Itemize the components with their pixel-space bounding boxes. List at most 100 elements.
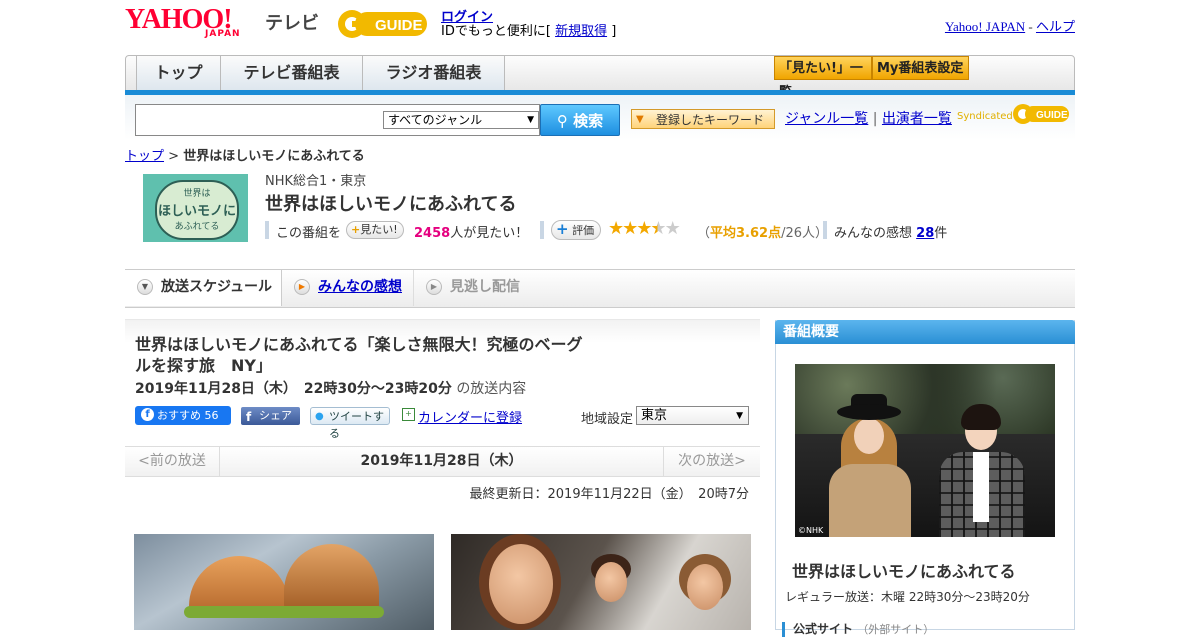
channel-label: NHK総合1・東京 bbox=[265, 174, 367, 189]
person-face-shape bbox=[595, 562, 627, 602]
breadcrumb-home-link[interactable]: トップ bbox=[125, 149, 164, 164]
rate-button[interactable]: + 評価 bbox=[551, 220, 602, 240]
breadcrumb: トップ > 世界はほしいモノにあふれてる bbox=[125, 145, 365, 164]
id-text-prefix: IDでもっと便利に[ bbox=[441, 24, 556, 39]
calendar-icon: + bbox=[402, 408, 415, 421]
tab-missed: ▶ 見逃し配信 bbox=[414, 270, 534, 306]
region-label: 地域設定 bbox=[581, 412, 634, 427]
impressions-count-link[interactable]: 28 bbox=[916, 226, 934, 241]
tweet-button[interactable]: ● ツイートする bbox=[310, 407, 390, 440]
nav-tab-radio[interactable]: ラジオ番組表 bbox=[363, 56, 505, 91]
rating-stars: ★★★★★ bbox=[608, 218, 681, 239]
regular-broadcast: レギュラー放送：木曜 22時30分～23時20分 bbox=[785, 590, 1030, 604]
program-thumbnail: 世界は ほしいモノに あふれてる bbox=[143, 174, 248, 242]
nav-tab-tv[interactable]: テレビ番組表 bbox=[221, 56, 363, 91]
id-promo: IDでもっと便利に[ 新規取得 ] bbox=[441, 20, 616, 39]
tab-impressions-label[interactable]: みんなの感想 bbox=[318, 279, 402, 295]
top-links: Yahoo! JAPAN - ヘルプ bbox=[945, 16, 1075, 35]
nav-tab-top[interactable]: トップ bbox=[136, 56, 221, 91]
facebook-icon: f bbox=[246, 410, 252, 424]
thumb-line1: 世界は bbox=[183, 189, 211, 199]
program-summary-panel: 番組概要 ©NHK 世界はほしいモノにあふれてる レギュラー放送：木曜 22時3… bbox=[775, 320, 1075, 637]
mitai-count-text: 2458人が見たい！ bbox=[414, 222, 528, 241]
syndicated-label: Syndicated bbox=[957, 111, 1013, 122]
svg-text:GUIDE: GUIDE bbox=[375, 17, 423, 34]
help-link[interactable]: ヘルプ bbox=[1036, 19, 1075, 34]
tab-schedule[interactable]: ▼ 放送スケジュール bbox=[125, 270, 282, 306]
add-to-calendar-link[interactable]: カレンダーに登録 bbox=[418, 407, 522, 426]
twitter-bird-icon: ● bbox=[315, 411, 324, 422]
program-logo-frame: 世界は ほしいモノに あふれてる bbox=[155, 180, 239, 240]
genre-select-value: すべてのジャンル bbox=[388, 113, 483, 127]
chevron-down-icon: ▼ bbox=[137, 279, 153, 295]
person-face-shape bbox=[687, 564, 723, 610]
facebook-icon: f bbox=[141, 408, 154, 421]
episode-date-time: 2019年11月28日（木） 22時30分～23時20分 bbox=[135, 381, 452, 397]
person-face-shape bbox=[489, 544, 553, 624]
region-select[interactable]: 東京 ▼ bbox=[636, 406, 749, 425]
facebook-share-button[interactable]: f シェア bbox=[241, 407, 300, 425]
performer-list-link[interactable]: 出演者一覧 bbox=[882, 111, 952, 127]
mitai-button[interactable]: +見たい! bbox=[346, 221, 404, 239]
episode-date-suffix: の放送内容 bbox=[456, 381, 527, 397]
burger-bun-shape bbox=[284, 544, 379, 614]
pager-current-date: 2019年11月28日（木） bbox=[360, 453, 523, 469]
host-figure bbox=[935, 400, 1027, 537]
host-figure bbox=[823, 394, 915, 537]
mitai-suffix: 人が見たい！ bbox=[450, 226, 529, 241]
my-schedule-button[interactable]: My番組表設定 bbox=[872, 56, 969, 80]
stat-divider bbox=[823, 221, 827, 239]
impressions-label: みんなの感想 bbox=[834, 226, 913, 241]
episode-photo-burger bbox=[134, 534, 434, 630]
host-coat-shape bbox=[829, 464, 911, 537]
hat-brim-shape bbox=[837, 404, 901, 420]
impressions-suffix: 件 bbox=[934, 226, 948, 241]
search-bar: すべてのジャンル ▼ ⚲ 検索 ▼ 登録したキーワード ジャンル一覧 | 出演者一覧… bbox=[125, 95, 1075, 140]
tab-impressions[interactable]: ▶ みんなの感想 bbox=[282, 270, 414, 306]
share-label: シェア bbox=[259, 409, 292, 422]
facebook-recommend-button[interactable]: f おすすめ 56 bbox=[135, 406, 231, 425]
search-icon: ⚲ bbox=[556, 112, 568, 130]
links-divider: | bbox=[872, 111, 878, 127]
tab-missed-label: 見逃し配信 bbox=[450, 279, 520, 295]
rate-button-label: 評価 bbox=[572, 224, 595, 237]
mitai-list-button[interactable]: 「見たい!」一覧 bbox=[774, 56, 872, 100]
search-button[interactable]: ⚲ 検索 bbox=[540, 104, 620, 136]
search-button-label: 検索 bbox=[573, 112, 604, 130]
mitai-count: 2458 bbox=[414, 226, 451, 241]
tab-schedule-label: 放送スケジュール bbox=[161, 279, 273, 295]
list-links: ジャンル一覧 | 出演者一覧 bbox=[785, 108, 952, 128]
chevron-down-icon: ▼ bbox=[527, 115, 534, 125]
program-hosts-photo: ©NHK bbox=[795, 364, 1055, 537]
id-text-suffix: ] bbox=[607, 24, 617, 39]
avg-prefix: （ bbox=[697, 226, 711, 241]
avg-score: 平均3.62点 bbox=[710, 226, 782, 241]
this-program-label: この番組を bbox=[276, 226, 342, 241]
summary-header: 番組概要 bbox=[775, 320, 1075, 344]
host-face-shape bbox=[854, 418, 884, 454]
prev-broadcast-link[interactable]: <前の放送 bbox=[125, 447, 220, 476]
genre-list-link[interactable]: ジャンル一覧 bbox=[785, 111, 868, 127]
gguide-logo[interactable]: GUIDE bbox=[335, 8, 430, 40]
host-shirt-shape bbox=[973, 452, 989, 522]
stat-divider bbox=[265, 221, 269, 239]
mitai-button-label: 見たい! bbox=[360, 223, 398, 236]
breadcrumb-separator: > bbox=[164, 149, 184, 164]
stat-divider bbox=[540, 221, 544, 239]
episode-header: 世界はほしいモノにあふれてる「楽しさ無限大！究極のベーグルを探す旅 NY」 20… bbox=[125, 319, 760, 447]
triangle-down-icon: ▼ bbox=[636, 114, 644, 125]
impressions-text: みんなの感想 28件 bbox=[834, 222, 947, 241]
yahoo-japan-link[interactable]: Yahoo! JAPAN bbox=[945, 19, 1025, 34]
summary-title: 世界はほしいモノにあふれてる bbox=[792, 562, 1016, 581]
next-broadcast-link[interactable]: 次の放送> bbox=[663, 447, 760, 476]
genre-select[interactable]: すべてのジャンル ▼ bbox=[383, 111, 539, 129]
rating-average: （平均3.62点/26人） bbox=[697, 222, 828, 241]
registered-keyword-button[interactable]: ▼ 登録したキーワード bbox=[631, 109, 775, 129]
episode-title: 世界はほしいモノにあふれてる「楽しさ無限大！究極のベーグルを探す旅 NY」 bbox=[135, 335, 583, 375]
program-title: 世界はほしいモノにあふれてる bbox=[265, 194, 517, 215]
last-updated: 最終更新日：2019年11月22日（金） 20時7分 bbox=[469, 487, 749, 502]
official-site-label: 公式サイト bbox=[793, 622, 854, 636]
keyword-button-label: 登録したキーワード bbox=[656, 113, 765, 127]
signup-link[interactable]: 新規取得 bbox=[555, 24, 607, 39]
play-icon: ▶ bbox=[294, 279, 310, 295]
